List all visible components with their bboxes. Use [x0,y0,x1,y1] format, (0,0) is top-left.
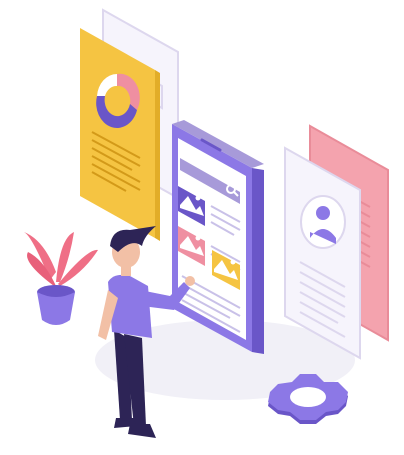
user-icon [300,195,346,249]
ui-illustration [24,8,389,438]
phone [172,120,264,354]
plant-icon [24,232,98,325]
